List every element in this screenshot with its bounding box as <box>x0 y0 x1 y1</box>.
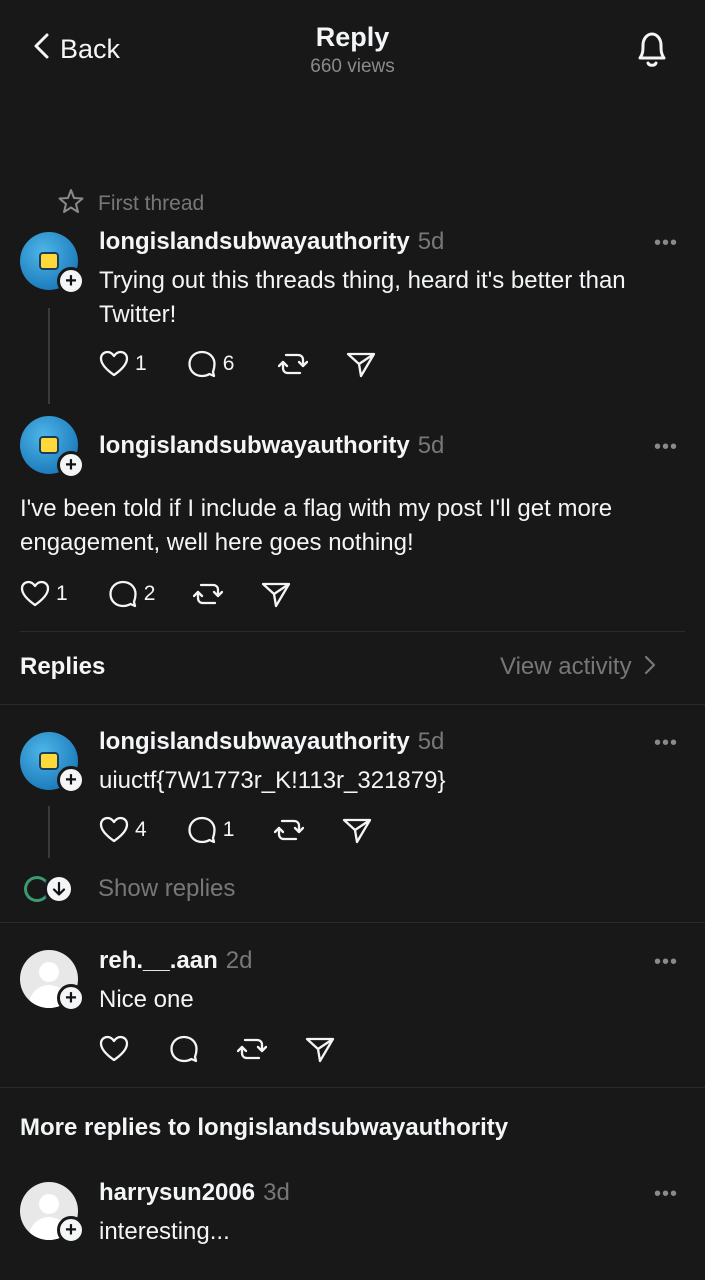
username[interactable]: longislandsubwayauthority <box>99 728 410 756</box>
share-button[interactable] <box>305 1035 335 1063</box>
post-actions: 4 1 <box>99 816 372 844</box>
post-header: reh.__.aan 2d <box>99 947 252 975</box>
username[interactable]: reh.__.aan <box>99 947 218 975</box>
send-icon <box>305 1037 335 1063</box>
divider <box>0 1087 705 1088</box>
post-header: longislandsubwayauthority 5d <box>99 432 444 460</box>
post-text: Trying out this threads thing, heard it'… <box>99 267 626 328</box>
comment-icon <box>188 816 216 844</box>
post-text: uiuctf{7W1773r_K!113r_321879} <box>99 767 446 794</box>
post-actions: 1 6 <box>99 350 376 378</box>
chevron-right-icon <box>644 655 656 680</box>
share-button[interactable] <box>342 816 372 844</box>
repost-icon <box>278 353 309 375</box>
repost-button[interactable] <box>278 350 309 378</box>
post-header: harrysun2006 3d <box>99 1179 290 1207</box>
post-text: interesting... <box>99 1218 230 1245</box>
more-replies-title: More replies to longislandsubwayauthorit… <box>20 1114 509 1141</box>
post-header: longislandsubwayauthority 5d <box>99 228 444 256</box>
like-count: 1 <box>56 582 68 605</box>
send-icon <box>343 818 372 844</box>
more-options-icon[interactable]: ••• <box>654 232 678 255</box>
timestamp: 5d <box>417 228 445 255</box>
heart-icon <box>99 350 129 377</box>
like-button[interactable] <box>99 1035 129 1063</box>
follow-plus-icon[interactable]: + <box>57 267 85 295</box>
post-text: I've been told if I include a flag with … <box>20 495 613 556</box>
follow-plus-icon[interactable]: + <box>57 451 85 479</box>
reply-avatars <box>24 874 76 904</box>
heart-icon <box>20 580 50 607</box>
bell-icon[interactable] <box>632 28 672 75</box>
follow-plus-icon[interactable]: + <box>57 1216 85 1244</box>
replies-title: Replies <box>20 653 106 680</box>
like-count: 4 <box>135 818 147 841</box>
post-actions: 1 2 <box>20 580 291 608</box>
view-activity-label: View activity <box>500 653 632 680</box>
like-count: 1 <box>135 352 147 375</box>
comment-icon <box>188 350 216 378</box>
star-icon <box>58 188 84 219</box>
comment-icon <box>109 580 137 608</box>
username[interactable]: longislandsubwayauthority <box>99 432 410 460</box>
like-button[interactable]: 1 <box>99 350 147 378</box>
view-activity-link[interactable]: View activity <box>500 653 656 681</box>
subway-logo-icon <box>39 752 59 770</box>
divider <box>0 704 705 705</box>
send-icon <box>262 582 291 608</box>
show-replies-button[interactable]: Show replies <box>24 874 235 904</box>
comment-button[interactable] <box>169 1035 199 1063</box>
comment-icon <box>170 1035 198 1063</box>
more-options-icon[interactable]: ••• <box>654 436 678 459</box>
divider <box>20 631 685 632</box>
comment-button[interactable]: 6 <box>187 350 235 378</box>
post-header: longislandsubwayauthority 5d <box>99 728 444 756</box>
share-button[interactable] <box>346 350 376 378</box>
like-button[interactable]: 4 <box>99 816 147 844</box>
post-actions <box>99 1035 335 1063</box>
subway-logo-icon <box>39 436 59 454</box>
repost-icon <box>274 819 305 841</box>
repost-button[interactable] <box>274 816 305 844</box>
subway-logo-icon <box>39 252 59 270</box>
comment-button[interactable]: 1 <box>187 816 235 844</box>
more-options-icon[interactable]: ••• <box>654 732 678 755</box>
thread-label-text: First thread <box>98 191 205 215</box>
reply-count: 6 <box>222 352 235 375</box>
timestamp: 2d <box>225 947 253 974</box>
repost-button[interactable] <box>193 580 224 608</box>
timestamp: 3d <box>263 1179 290 1206</box>
post-text: Nice one <box>99 986 194 1013</box>
repost-button[interactable] <box>237 1035 267 1063</box>
timestamp: 5d <box>417 728 445 755</box>
heart-icon <box>99 1035 129 1062</box>
more-options-icon[interactable]: ••• <box>654 951 678 974</box>
divider <box>0 922 705 923</box>
thread-line <box>48 308 50 404</box>
timestamp: 5d <box>417 432 445 459</box>
thread-label: First thread <box>58 188 204 219</box>
heart-icon <box>99 816 129 843</box>
page-title: Reply <box>315 22 390 52</box>
share-button[interactable] <box>261 580 291 608</box>
username[interactable]: harrysun2006 <box>99 1179 255 1207</box>
reply-count: 1 <box>222 818 235 841</box>
show-replies-label: Show replies <box>98 875 236 902</box>
send-icon <box>347 352 376 378</box>
thread-line <box>48 806 50 858</box>
reply-count: 2 <box>143 582 156 605</box>
follow-plus-icon[interactable]: + <box>57 766 85 794</box>
like-button[interactable]: 1 <box>20 580 68 608</box>
more-options-icon[interactable]: ••• <box>654 1183 678 1206</box>
repost-icon <box>237 1038 267 1060</box>
repost-icon <box>193 583 224 605</box>
follow-plus-icon[interactable]: + <box>57 984 85 1012</box>
view-count: 660 views <box>310 56 395 77</box>
arrow-down-icon <box>44 874 74 904</box>
comment-button[interactable]: 2 <box>108 580 156 608</box>
username[interactable]: longislandsubwayauthority <box>99 228 410 256</box>
